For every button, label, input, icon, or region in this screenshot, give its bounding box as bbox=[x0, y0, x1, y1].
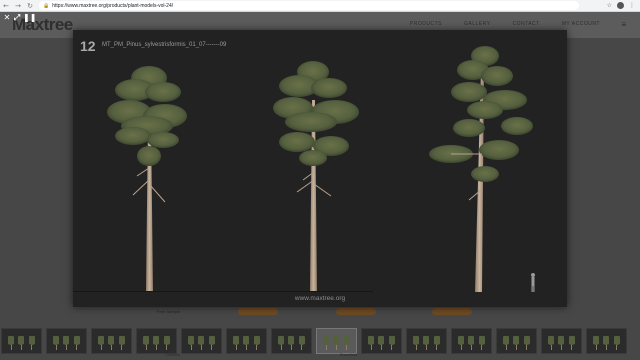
menu-icon[interactable]: ≡ bbox=[621, 20, 626, 29]
address-bar[interactable]: 🔒 https://www.maxtree.org/products/plant… bbox=[39, 1, 579, 10]
thumbnail[interactable] bbox=[181, 328, 222, 354]
pause-icon[interactable]: ❚❚ bbox=[23, 14, 36, 22]
url-text: https://www.maxtree.org/products/plant-m… bbox=[52, 2, 174, 9]
thumbnail[interactable] bbox=[361, 328, 402, 354]
thumbnail[interactable] bbox=[91, 328, 132, 354]
watermark-url: www.maxtree.org bbox=[294, 295, 346, 302]
nav-contact[interactable]: CONTACT bbox=[512, 21, 539, 27]
image-title: MT_PM_Pinus_sylvestrisformis_01_07------… bbox=[102, 42, 227, 48]
more-vertical-icon[interactable]: ⋮ bbox=[629, 2, 635, 9]
tree-render-image bbox=[107, 46, 535, 292]
nav-products[interactable]: PRODUCTS bbox=[410, 21, 442, 27]
thumbnail[interactable] bbox=[136, 328, 177, 354]
nav-my-account[interactable]: MY ACCOUNT bbox=[562, 21, 600, 27]
page-button[interactable] bbox=[432, 308, 472, 315]
page-button[interactable] bbox=[336, 308, 376, 315]
thumbnail[interactable] bbox=[586, 328, 627, 354]
page-button[interactable] bbox=[238, 308, 278, 315]
arrow-left-icon[interactable]: ← bbox=[0, 0, 12, 12]
thumbnail-caption: Broadleaf bbox=[340, 352, 358, 357]
profile-avatar[interactable] bbox=[617, 2, 624, 9]
close-icon[interactable]: ✕ bbox=[3, 14, 11, 22]
thumbnail-active[interactable] bbox=[316, 328, 357, 354]
thumbnail[interactable] bbox=[406, 328, 447, 354]
thumbnail-strip bbox=[0, 328, 640, 356]
thumbnail[interactable] bbox=[541, 328, 582, 354]
reload-icon[interactable]: ↻ bbox=[24, 0, 36, 12]
nav-gallery[interactable]: GALLERY bbox=[464, 21, 490, 27]
star-icon[interactable]: ☆ bbox=[607, 2, 612, 9]
fullscreen-icon[interactable]: ⤢ bbox=[13, 14, 21, 22]
thumbnail-caption: Conifers bbox=[165, 352, 180, 357]
browser-toolbar: ← → ↻ 🔒 https://www.maxtree.org/products… bbox=[0, 0, 640, 12]
thumbnail[interactable] bbox=[451, 328, 492, 354]
free-sample-label: Free Sample bbox=[157, 309, 180, 314]
thumbnail[interactable] bbox=[496, 328, 537, 354]
viewer-controls: ✕ ⤢ ❚❚ bbox=[3, 14, 37, 22]
lock-icon: 🔒 bbox=[43, 2, 50, 9]
site-nav: PRODUCTS GALLERY CONTACT MY ACCOUNT bbox=[410, 21, 600, 27]
pine-tree-2 bbox=[273, 61, 359, 292]
arrow-right-icon[interactable]: → bbox=[12, 0, 24, 12]
ground-line bbox=[73, 291, 373, 292]
thumbnail[interactable] bbox=[1, 328, 42, 354]
pine-tree-3 bbox=[429, 46, 533, 292]
thumbnail[interactable] bbox=[271, 328, 312, 354]
pine-tree-1 bbox=[107, 66, 187, 292]
human-scale-figure bbox=[531, 273, 535, 292]
thumbnail[interactable] bbox=[226, 328, 267, 354]
thumbnail[interactable] bbox=[46, 328, 87, 354]
image-number: 12 bbox=[80, 38, 96, 54]
image-lightbox: 12 MT_PM_Pinus_sylvestrisformis_01_07---… bbox=[73, 30, 567, 307]
